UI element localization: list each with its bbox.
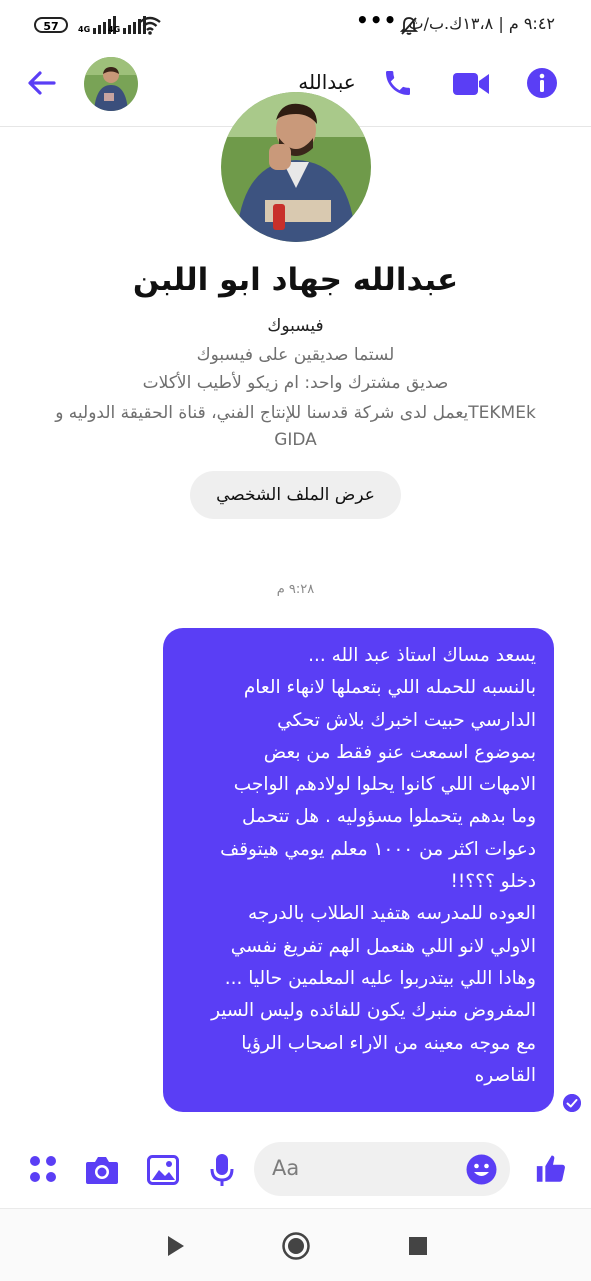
mutual-friends: صديق مشترك واحد: ام زيكو لأطيب الأكلات [142, 373, 449, 393]
message-text: يسعد مساك استاذ عبد الله ... بالنسبه للح… [211, 645, 536, 1086]
nav-recents-icon[interactable] [409, 1237, 427, 1255]
contact-name[interactable]: عبدالله [290, 70, 364, 94]
sent-message-bubble[interactable]: يسعد مساك استاذ عبد الله ... بالنسبه للح… [163, 628, 554, 1112]
message-timestamp: ٩:٢٨ م [276, 582, 315, 597]
microphone-icon[interactable] [209, 1153, 235, 1187]
delivered-check-icon [563, 1094, 581, 1112]
profile-photo[interactable] [221, 92, 371, 242]
view-profile-button[interactable]: عرض الملف الشخصي [190, 471, 401, 519]
nav-home-icon[interactable] [281, 1231, 311, 1261]
profile-platform: فيسبوك [267, 316, 324, 336]
message-input[interactable]: Aa [254, 1142, 510, 1196]
work-info-line-1: TEKMEkيعمل لدى شركة قدسنا للإنتاج الفني،… [55, 403, 536, 423]
message-composer: Aa [0, 1138, 591, 1204]
work-info-line-2: GIDA [274, 430, 317, 450]
system-nav-bar [0, 1208, 591, 1281]
camera-icon[interactable] [85, 1155, 119, 1185]
like-thumbs-up-icon[interactable] [534, 1152, 568, 1186]
more-notifications-icon: ••• [356, 8, 398, 32]
more-actions-icon[interactable] [28, 1154, 58, 1184]
info-icon[interactable] [526, 67, 558, 99]
profile-full-name: عبدالله جهاد ابو اللبن [132, 262, 459, 298]
status-time-and-speed: ٩:٤٢ م | ١٣،٨ك.ب/ث [408, 14, 555, 33]
header-avatar[interactable] [84, 57, 138, 111]
battery-indicator: 57 [34, 17, 68, 33]
nav-back-icon[interactable] [166, 1235, 186, 1257]
phone-call-icon[interactable] [382, 67, 414, 99]
friend-status: لستما صديقين على فيسبوك [196, 345, 395, 365]
video-call-icon[interactable] [452, 69, 490, 99]
status-bar: 57 4G 4G ••• ٩:٤٢ م | ١٣،٨ك.ب/ث [0, 0, 591, 52]
gallery-icon[interactable] [147, 1155, 179, 1185]
emoji-icon[interactable] [466, 1154, 497, 1185]
back-arrow-icon[interactable] [26, 67, 58, 99]
wifi-icon [139, 16, 161, 35]
message-input-placeholder: Aa [272, 1156, 300, 1180]
